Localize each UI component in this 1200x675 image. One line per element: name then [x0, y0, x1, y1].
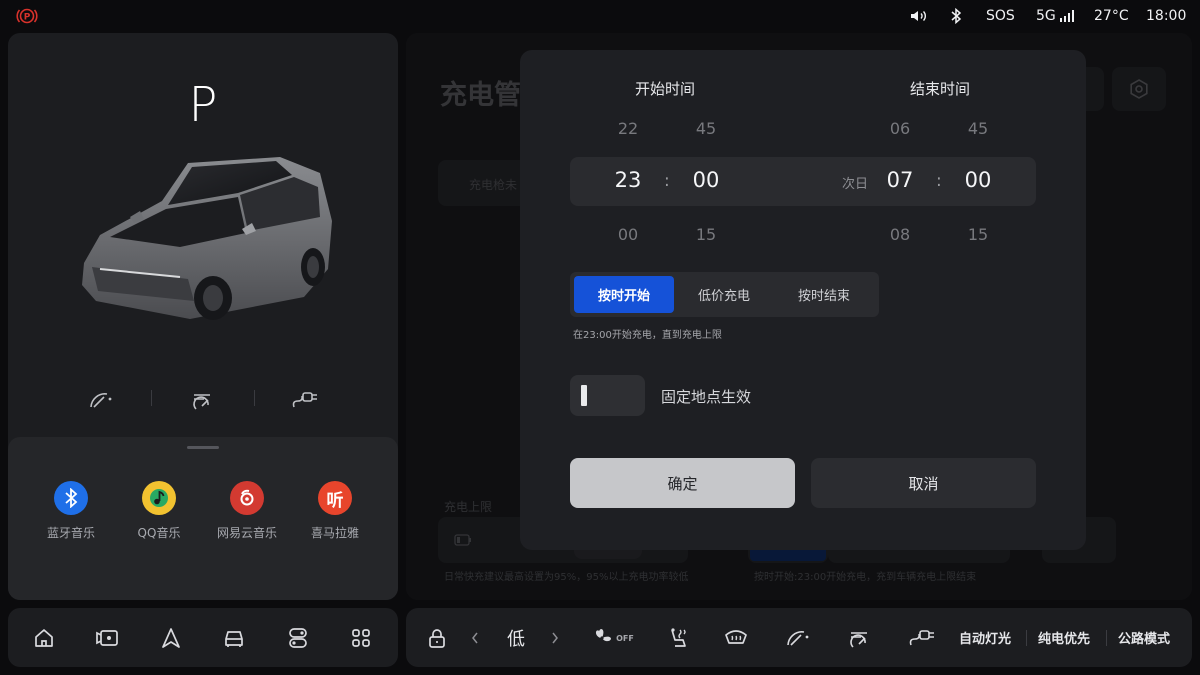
- home-button[interactable]: [24, 618, 64, 658]
- wiper-button[interactable]: [778, 618, 818, 658]
- status-bar: P SOS 5G 27°C 18:00: [0, 0, 1200, 32]
- home-icon: [35, 629, 53, 647]
- end-time-header: 结束时间: [910, 80, 971, 98]
- toggle-settings-icon: [289, 628, 307, 648]
- media-sheet: 蓝牙音乐 QQ音乐 网易云音乐 听 喜马拉雅: [8, 437, 398, 600]
- mode-scheduled-end[interactable]: 按时结束: [774, 276, 874, 313]
- clock: 18:00: [1146, 8, 1187, 24]
- start-minute-next[interactable]: 15: [676, 225, 736, 244]
- car-icon: [225, 631, 243, 647]
- svg-text:P: P: [24, 13, 31, 23]
- app-ximalaya[interactable]: 听 喜马拉雅: [290, 481, 380, 541]
- apps-grid-icon: [352, 629, 370, 647]
- camera-icon: [96, 630, 118, 646]
- wiper-button[interactable]: [81, 380, 121, 420]
- lock-button[interactable]: [417, 618, 457, 658]
- fixed-location-toggle[interactable]: [570, 375, 645, 416]
- app-qq-music[interactable]: QQ音乐: [114, 481, 204, 541]
- navigation-button[interactable]: [151, 618, 191, 658]
- start-hour-prev[interactable]: 22: [598, 119, 658, 138]
- fan-button[interactable]: OFF: [584, 618, 640, 658]
- mode-low-price[interactable]: 低价充电: [674, 276, 774, 313]
- schedule-charge-dialog: 开始时间 结束时间 22 23 00 : 45 00 15 次日 06 07 0…: [520, 50, 1086, 550]
- app-dock: [8, 608, 398, 667]
- start-minute-prev[interactable]: 45: [676, 119, 736, 138]
- cancel-button[interactable]: 取消: [811, 458, 1036, 508]
- rear-wiper-button[interactable]: [840, 618, 880, 658]
- mode-description: 在23:00开始充电，直到充电上限: [573, 330, 722, 341]
- chevron-left-icon: [472, 632, 478, 644]
- end-minute-prev[interactable]: 45: [948, 119, 1008, 138]
- rear-wiper-icon: [850, 632, 867, 648]
- end-hour-selected[interactable]: 07: [870, 168, 930, 192]
- app-label: 喜马拉雅: [310, 526, 359, 540]
- camera-button[interactable]: [87, 618, 127, 658]
- signal-icon: [1059, 10, 1074, 22]
- gear-indicator: P: [188, 77, 218, 133]
- start-hour-selected[interactable]: 23: [598, 168, 658, 192]
- confirm-button[interactable]: 确定: [570, 458, 795, 508]
- rear-wiper-icon: [193, 394, 210, 410]
- wiper-icon: [90, 393, 112, 408]
- start-hour-next[interactable]: 00: [598, 225, 658, 244]
- end-minute-next[interactable]: 15: [948, 225, 1008, 244]
- seat-heat-icon: [671, 628, 686, 647]
- next-day-label: 次日: [842, 177, 869, 192]
- app-label: QQ音乐: [137, 526, 181, 540]
- app-bluetooth-music[interactable]: 蓝牙音乐: [26, 481, 116, 541]
- fan-decrease-button[interactable]: [460, 618, 490, 658]
- app-label: 蓝牙音乐: [46, 526, 95, 540]
- vehicle-button[interactable]: [214, 618, 254, 658]
- controls-button[interactable]: [278, 618, 318, 658]
- sheet-handle[interactable]: [187, 446, 219, 449]
- wiper-icon: [787, 631, 809, 646]
- apps-button[interactable]: [341, 618, 381, 658]
- fan-level: 低: [507, 628, 525, 650]
- temperature: 27°C: [1094, 8, 1129, 24]
- seat-heat-button[interactable]: [658, 618, 698, 658]
- network-indicator: 5G: [1036, 0, 1075, 32]
- rear-wiper-button[interactable]: [183, 380, 223, 420]
- qq-music-icon: [142, 481, 176, 515]
- control-dock: 低 OFF 自动灯光 纯电优先 公路模式: [406, 608, 1192, 667]
- navigation-icon: [162, 628, 180, 648]
- network-label: 5G: [1036, 8, 1056, 24]
- fan-increase-button[interactable]: [540, 618, 570, 658]
- ev-priority-button[interactable]: 纯电优先: [1038, 608, 1090, 667]
- vehicle-panel: P 蓝牙音乐 QQ音乐 网易云音乐 听 喜马拉雅: [8, 33, 398, 600]
- app-label: 网易云音乐: [216, 526, 277, 540]
- charge-mode-selector: 按时开始 低价充电 按时结束: [570, 272, 879, 317]
- charge-port-icon: [292, 392, 317, 408]
- end-hour-prev[interactable]: 06: [870, 119, 930, 138]
- start-minute-selected[interactable]: 00: [676, 168, 736, 192]
- defrost-button[interactable]: [716, 618, 756, 658]
- app-netease-music[interactable]: 网易云音乐: [202, 481, 292, 541]
- fixed-location-label: 固定地点生效: [661, 388, 752, 406]
- start-time-separator: :: [664, 171, 670, 191]
- bluetooth-icon[interactable]: [950, 0, 962, 32]
- charge-port-icon: [909, 630, 934, 646]
- start-time-header: 开始时间: [635, 80, 696, 98]
- volume-icon[interactable]: [910, 0, 928, 32]
- auto-light-button[interactable]: 自动灯光: [959, 608, 1011, 667]
- netease-music-icon: [230, 481, 264, 515]
- end-hour-next[interactable]: 08: [870, 225, 930, 244]
- parking-brake-icon: P: [16, 0, 38, 32]
- ximalaya-icon: 听: [318, 481, 352, 515]
- end-time-separator: :: [936, 171, 942, 191]
- fan-icon: [596, 629, 612, 642]
- chevron-right-icon: [552, 632, 558, 644]
- charge-port-button[interactable]: [285, 380, 325, 420]
- lock-icon: [429, 629, 445, 648]
- mode-scheduled-start[interactable]: 按时开始: [574, 276, 674, 313]
- car-image[interactable]: [70, 151, 342, 331]
- charge-port-button[interactable]: [902, 618, 942, 658]
- end-minute-selected[interactable]: 00: [948, 168, 1008, 192]
- sos-indicator[interactable]: SOS: [986, 0, 1015, 32]
- fan-status: OFF: [616, 633, 634, 643]
- toggle-knob: [581, 385, 587, 406]
- defrost-icon: [725, 630, 747, 644]
- bluetooth-icon: [54, 481, 88, 515]
- road-mode-button[interactable]: 公路模式: [1118, 608, 1170, 667]
